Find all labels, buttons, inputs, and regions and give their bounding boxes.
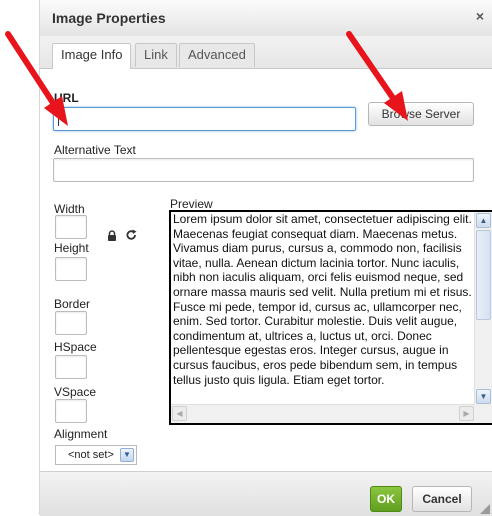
alternative-text-input[interactable] [53,158,474,182]
border-label: Border [54,297,91,311]
alignment-select[interactable]: <not set> ▼ [55,445,137,465]
scroll-up-icon[interactable]: ▲ [476,213,491,228]
preview-box: Lorem ipsum dolor sit amet, consectetuer… [169,210,492,425]
width-input[interactable] [55,215,87,239]
vspace-label: VSpace [54,385,97,399]
preview-vertical-scrollbar[interactable]: ▲ ▼ [474,212,492,405]
browse-server-button[interactable]: Browse Server [368,102,474,126]
text-caret [58,112,59,126]
vspace-input[interactable] [55,399,87,423]
scroll-left-icon[interactable]: ◀ [172,406,187,421]
scrollbar-corner [475,405,492,423]
height-label: Height [54,241,89,255]
cancel-button[interactable]: Cancel [412,486,472,512]
preview-horizontal-scrollbar[interactable]: ◀ ▶ [171,404,475,423]
width-label: Width [54,202,85,216]
preview-text: Lorem ipsum dolor sit amet, consectetuer… [173,212,472,387]
alignment-label: Alignment [54,427,108,441]
tab-bar: Image Info Link Advanced [40,36,492,69]
dialog-title: Image Properties [52,10,166,26]
image-properties-dialog: Image Properties × Image Info Link Advan… [40,0,492,516]
reset-size-icon[interactable] [126,229,137,244]
ok-button[interactable]: OK [370,486,402,512]
dialog-titlebar[interactable]: Image Properties × [40,0,492,37]
preview-label: Preview [170,197,213,211]
alignment-selected-value: <not set> [68,449,114,461]
resize-grip-icon[interactable] [480,504,490,514]
close-icon[interactable]: × [476,8,484,24]
scroll-right-icon[interactable]: ▶ [459,406,474,421]
scroll-down-icon[interactable]: ▼ [476,389,491,404]
border-input[interactable] [55,311,87,335]
dialog-footer: OK Cancel [40,471,492,516]
tab-image-info[interactable]: Image Info [52,43,132,69]
tab-link[interactable]: Link [135,43,177,67]
url-input[interactable] [53,107,356,131]
lock-icon[interactable] [107,230,117,244]
url-label: URL [54,91,79,105]
hspace-label: HSpace [54,340,97,354]
tab-panel-image-info: URL Browse Server Alternative Text Width [40,69,492,471]
alternative-text-label: Alternative Text [54,143,136,157]
hspace-input[interactable] [55,355,87,379]
height-input[interactable] [55,257,87,281]
scrollbar-thumb[interactable] [476,230,491,320]
chevron-down-icon[interactable]: ▼ [120,448,134,462]
tab-advanced[interactable]: Advanced [179,43,255,67]
